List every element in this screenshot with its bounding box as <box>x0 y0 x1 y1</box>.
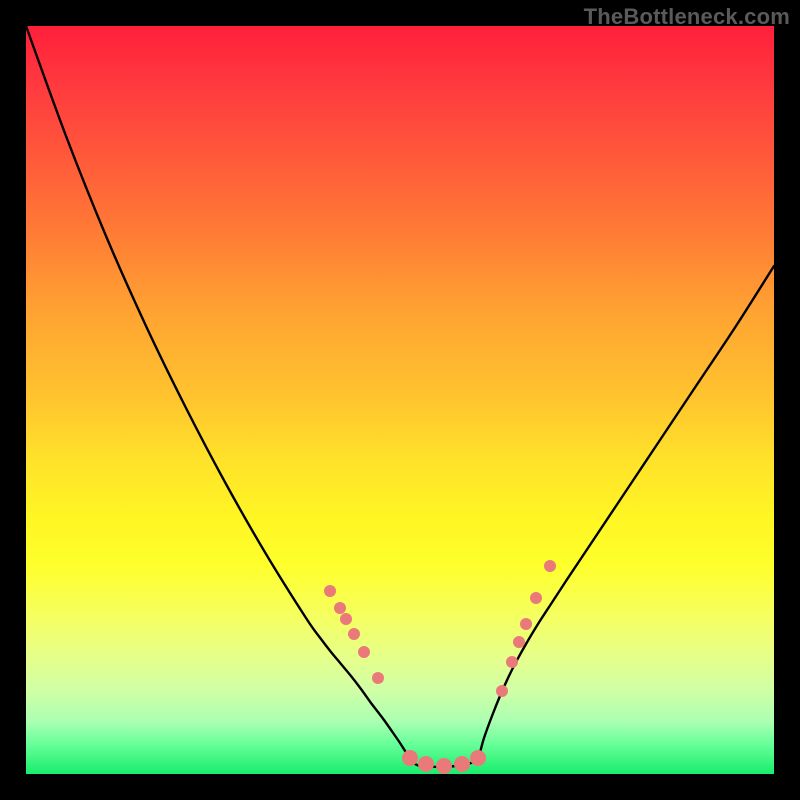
watermark-label: TheBottleneck.com <box>584 4 790 30</box>
highlight-marker <box>530 592 542 604</box>
highlight-marker <box>358 646 370 658</box>
highlight-marker <box>348 628 360 640</box>
highlight-marker <box>506 656 518 668</box>
highlight-marker <box>454 756 470 772</box>
highlight-marker <box>520 618 532 630</box>
highlight-marker <box>496 685 508 697</box>
chart-frame: TheBottleneck.com <box>0 0 800 800</box>
highlight-marker <box>334 602 346 614</box>
bottleneck-curve <box>26 26 774 767</box>
curve-layer <box>26 26 774 774</box>
highlight-marker <box>324 585 336 597</box>
highlight-marker <box>436 758 452 774</box>
plot-area <box>26 26 774 774</box>
highlight-marker <box>340 613 352 625</box>
highlight-marker <box>470 750 486 766</box>
highlight-marker <box>418 756 434 772</box>
highlight-marker <box>402 750 418 766</box>
markers-group <box>324 560 556 774</box>
highlight-marker <box>372 672 384 684</box>
curves-group <box>26 26 774 767</box>
highlight-marker <box>513 636 525 648</box>
highlight-marker <box>544 560 556 572</box>
